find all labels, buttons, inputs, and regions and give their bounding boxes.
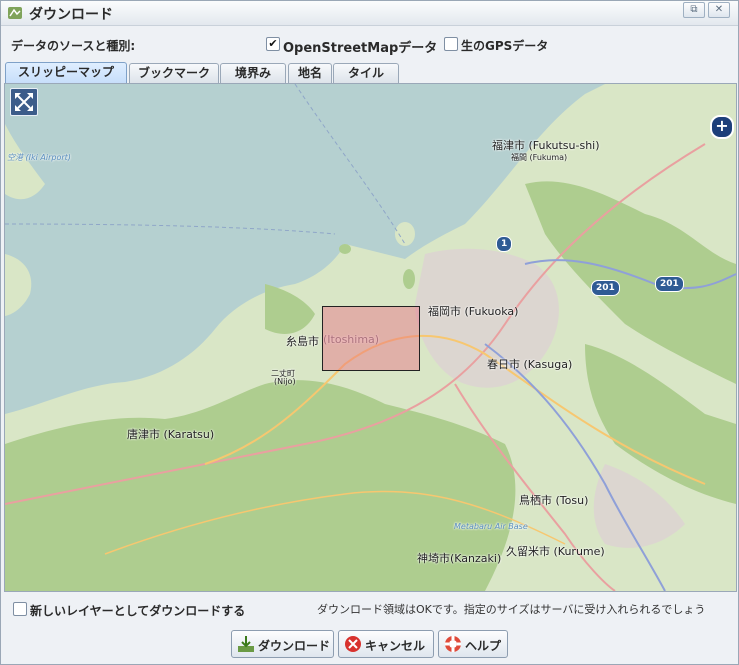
route-shield: 1 — [496, 236, 513, 252]
map-label-fukuoka: 福岡市 (Fukuoka) — [428, 305, 519, 318]
download-button[interactable]: ダウンロ‌ード — [231, 630, 334, 658]
zoom-in-icon[interactable]: + — [710, 115, 734, 139]
new-layer-label[interactable]: 新しいレイヤ‌ーとしてダウンロ‌ードする — [30, 602, 245, 619]
map-label-kurume: 久留米市 (Kurume) — [506, 545, 605, 558]
restore-icon[interactable]: ⧉ — [683, 2, 705, 18]
close-icon[interactable]: ✕ — [708, 2, 730, 18]
gps-data-label[interactable]: 生のGPSデ‌ータ — [461, 37, 548, 54]
osm-data-label[interactable]: OpenStreetMapデ‌ータ — [283, 37, 437, 56]
map-label-karatsu: 唐津市 (Karatsu) — [127, 428, 215, 441]
help-button[interactable]: ヘルプ — [438, 630, 508, 658]
tab-slippy-map[interactable]: スリッピ‌ーマップ — [5, 62, 127, 83]
map-label-fukutsu: 福津市 (Fukutsu-shi) — [492, 139, 600, 152]
window-title: ダウンロード — [29, 7, 113, 23]
new-layer-checkbox[interactable] — [13, 602, 27, 616]
help-button-label: ヘルプ — [465, 639, 502, 653]
tab-place-name[interactable]: 地名 — [288, 63, 332, 83]
download-area-selection[interactable] — [322, 306, 420, 371]
gps-data-checkbox[interactable] — [444, 37, 458, 51]
download-dialog: ダウンロード ⧉ ✕ デ‌ータのソ‌ースと種別: ✔ OpenStreetMap… — [0, 0, 739, 665]
tab-tiles[interactable]: タイル‌ — [333, 63, 399, 83]
tab-bounding-box[interactable]: 境界‌み — [220, 63, 286, 83]
data-source-row: デ‌ータのソ‌ースと種別: ✔ OpenStreetMapデ‌ータ 生のGPSデ… — [1, 35, 738, 56]
map-label-kasuga: 春日市 (Kasuga) — [487, 358, 573, 371]
map-label-nijo: (Nijo) — [274, 377, 296, 386]
cancel-icon — [345, 636, 361, 652]
data-source-label: デ‌ータのソ‌ースと種別: — [11, 39, 136, 53]
map-label-itoshima-jp: 糸島市 — [286, 335, 319, 348]
lifebuoy-icon — [445, 636, 461, 652]
slippy-map[interactable]: + 福津市 (Fukutsu-shi) 福間 (Fukuma) 福岡市 (Fuk… — [4, 83, 737, 592]
map-label-airport: 空港 (Iki Airport) — [7, 153, 71, 162]
tab-bookmarks[interactable]: ブックマ‌ーク — [129, 63, 219, 83]
fullscreen-icon[interactable] — [10, 88, 38, 116]
josm-app-icon — [8, 7, 22, 19]
osm-data-checkbox[interactable]: ✔ — [266, 37, 280, 51]
cancel-button[interactable]: キャンセル — [338, 630, 434, 658]
cancel-button-label: キャンセル — [365, 639, 426, 653]
map-label-fukuma: 福間 (Fukuma) — [511, 153, 568, 162]
download-icon — [238, 636, 254, 652]
map-label-metabaru: Metabaru Air Base — [454, 522, 528, 531]
status-message: ダウンロ‌ード領域はOKです。指定のサイズはサ‌ーバに受け入れられるでしょう — [317, 603, 706, 616]
map-label-tosu: 鳥栖市 (Tosu) — [519, 494, 589, 507]
route-shield: 201 — [655, 276, 684, 292]
map-label-kanzaki: 神埼市(Kanzaki) — [417, 552, 502, 565]
download-button-label: ダウンロ‌ード — [258, 639, 331, 653]
route-shield: 201 — [591, 280, 620, 296]
title-bar: ダウンロード ⧉ ✕ — [1, 1, 738, 26]
